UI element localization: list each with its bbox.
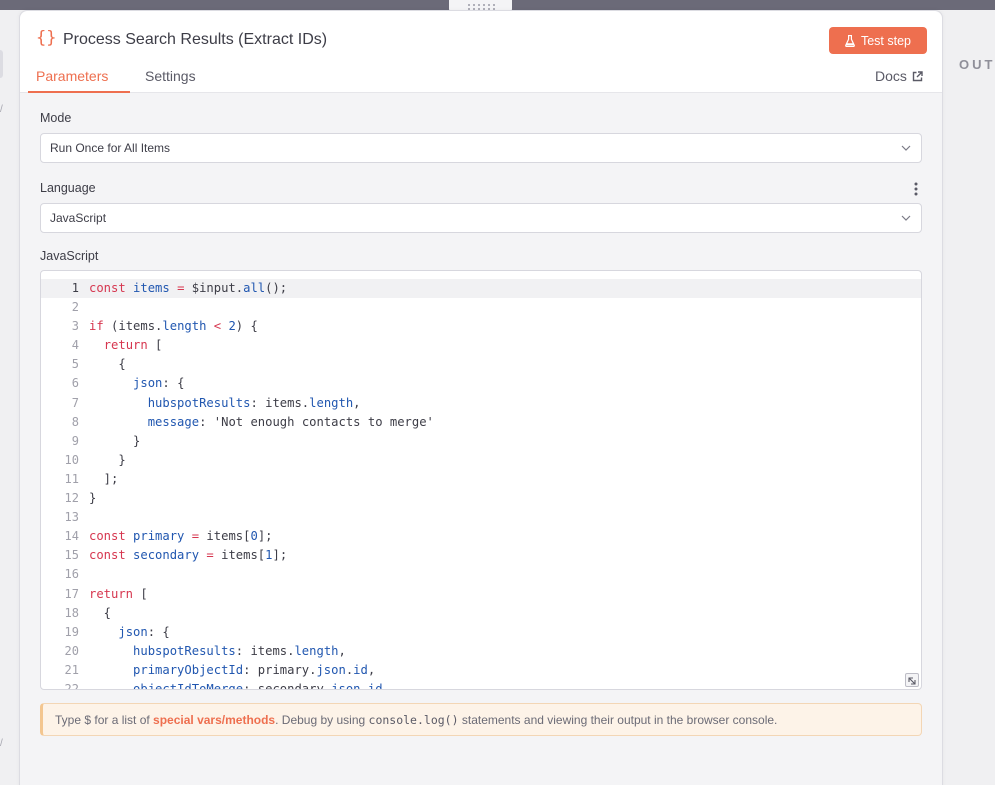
code-line[interactable]: if (items.length < 2) { (89, 317, 434, 336)
line-number-gutter: 1 2 3 4 5 6 7 8 9 10 11 12 13 14 15 16 17 18 19 20 21 22 (41, 279, 79, 690)
line-number: 11 (64, 471, 79, 486)
test-step-label: Test step (860, 33, 912, 48)
line-number: 21 (64, 662, 79, 677)
editor-resize-handle[interactable] (905, 673, 919, 687)
line-number: 22 (64, 681, 79, 690)
code-line[interactable]: json: { (89, 623, 434, 642)
code-content[interactable]: const items = $input.all();​if (items.le… (89, 279, 434, 689)
chevron-down-icon (901, 215, 911, 221)
node-title[interactable]: Process Search Results (Extract IDs) (63, 31, 327, 49)
line-number: 7 (71, 395, 79, 410)
line-number: 18 (64, 605, 79, 620)
external-link-icon (912, 70, 923, 81)
code-line[interactable]: const primary = items[0]; (89, 527, 434, 546)
code-line[interactable]: ​ (89, 508, 434, 527)
code-line[interactable]: primaryObjectId: primary.json.id, (89, 661, 434, 680)
code-line[interactable]: hubspotResults: items.length, (89, 642, 434, 661)
options-menu-icon[interactable] (913, 182, 919, 196)
line-number: 5 (71, 357, 79, 372)
language-value: JavaScript (50, 211, 107, 225)
code-editor[interactable]: 1 2 3 4 5 6 7 8 9 10 11 12 13 14 15 16 17 18 19 20 21 22 cons… (40, 270, 922, 690)
line-number: 3 (71, 319, 79, 334)
code-hint-notice: Type $ for a list of special vars/method… (40, 703, 922, 736)
line-number: 12 (64, 491, 79, 506)
code-line[interactable]: { (89, 355, 434, 374)
code-line[interactable]: ​ (89, 565, 434, 584)
input-panel-edge (0, 10, 19, 785)
code-line[interactable]: const secondary = items[1]; (89, 546, 434, 565)
code-line[interactable]: ​ (89, 298, 434, 317)
docs-label: Docs (875, 68, 907, 84)
code-line[interactable]: message: 'Not enough contacts to merge' (89, 413, 434, 432)
special-vars-link[interactable]: special vars/methods (153, 713, 275, 727)
line-number: 20 (64, 643, 79, 658)
code-line[interactable]: return [ (89, 336, 434, 355)
line-number: 15 (64, 548, 79, 563)
mode-select[interactable]: Run Once for All Items (40, 133, 922, 163)
output-panel-edge (943, 10, 995, 785)
resize-arrow-icon (908, 677, 916, 685)
code-braces-icon: {} (36, 28, 57, 48)
line-number: 17 (64, 586, 79, 601)
code-line[interactable]: objectIdToMerge: secondary.json.id (89, 680, 434, 689)
code-line[interactable]: ]; (89, 470, 434, 489)
input-panel-mark: / (0, 104, 3, 115)
flask-icon (845, 34, 855, 47)
line-number: 2 (71, 300, 79, 315)
output-panel-label: OUT (959, 57, 995, 72)
input-panel-mark: / (0, 738, 3, 749)
line-number: 13 (64, 510, 79, 525)
code-line[interactable]: } (89, 489, 434, 508)
language-select[interactable]: JavaScript (40, 203, 922, 233)
hint-suffix: statements and viewing their output in t… (458, 712, 778, 727)
line-number: 9 (71, 433, 79, 448)
node-parameters-panel: {} Process Search Results (Extract IDs) … (19, 10, 943, 785)
test-step-button[interactable]: Test step (829, 27, 927, 54)
code-line[interactable]: { (89, 604, 434, 623)
line-number: 1 (71, 281, 79, 295)
code-line[interactable]: const items = $input.all(); (89, 279, 434, 298)
language-label: Language (40, 181, 96, 195)
input-panel-tab[interactable] (0, 50, 3, 78)
line-number: 8 (71, 414, 79, 429)
code-line[interactable]: json: { (89, 374, 434, 393)
panel-header: {} Process Search Results (Extract IDs) … (20, 11, 942, 93)
hint-middle: . Debug by using (275, 712, 369, 727)
active-tab-indicator (28, 91, 130, 93)
mode-label: Mode (40, 111, 72, 125)
docs-link[interactable]: Docs (875, 68, 923, 84)
tab-parameters[interactable]: Parameters (36, 68, 108, 84)
code-line[interactable]: } (89, 451, 434, 470)
code-line[interactable]: } (89, 432, 434, 451)
line-number: 16 (64, 567, 79, 582)
mode-value: Run Once for All Items (50, 141, 171, 155)
code-label: JavaScript (40, 249, 99, 263)
line-number: 14 (64, 529, 79, 544)
hint-code: console.log() (368, 712, 459, 727)
hint-prefix: Type $ for a list of (55, 712, 154, 727)
line-number: 6 (71, 376, 79, 391)
line-number: 4 (71, 338, 79, 353)
tab-settings[interactable]: Settings (145, 68, 196, 84)
line-number: 19 (64, 624, 79, 639)
chevron-down-icon (901, 145, 911, 151)
code-line[interactable]: hubspotResults: items.length, (89, 394, 434, 413)
code-line[interactable]: return [ (89, 585, 434, 604)
line-number: 10 (64, 452, 79, 467)
